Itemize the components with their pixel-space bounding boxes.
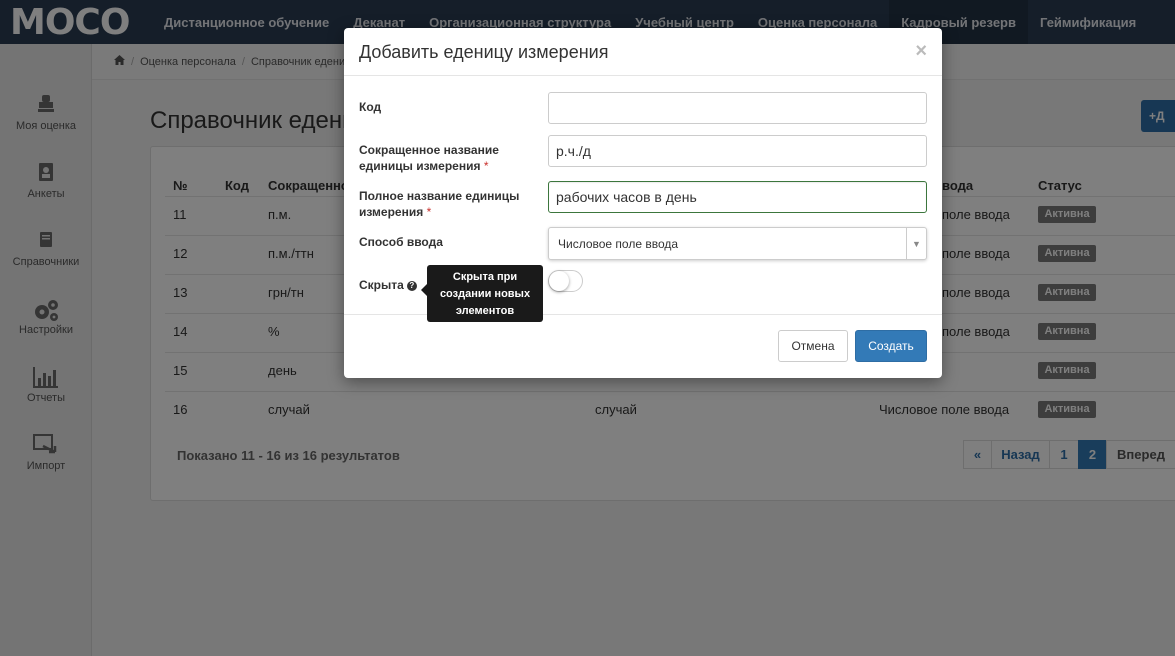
code-label: Код: [359, 100, 382, 114]
hidden-toggle[interactable]: [548, 270, 583, 292]
chevron-down-icon[interactable]: ▼: [906, 228, 926, 259]
input-method-select[interactable]: Числовое поле ввода ▼: [548, 227, 927, 260]
toggle-knob: [549, 271, 569, 291]
hidden-tooltip: Скрыта при создании новых элементов: [421, 265, 543, 322]
short-name-label: Сокращенное название единицы измерения *: [359, 143, 499, 173]
code-field[interactable]: [548, 92, 927, 124]
required-mark: *: [426, 205, 432, 219]
cancel-button[interactable]: Отмена: [778, 330, 848, 362]
input-method-label: Способ ввода: [359, 235, 443, 249]
full-name-field[interactable]: рабочих часов в день: [548, 181, 927, 213]
full-name-label: Полное название единицы измерения *: [359, 189, 520, 219]
input-method-value: Числовое поле ввода: [558, 237, 679, 251]
short-name-field[interactable]: р.ч./д: [548, 135, 927, 167]
add-unit-modal: Добавить еденицу измерения × Код Сокраще…: [344, 28, 942, 378]
create-button[interactable]: Создать: [855, 330, 927, 362]
close-icon[interactable]: ×: [915, 40, 927, 62]
modal-header: Добавить еденицу измерения ×: [344, 28, 942, 76]
question-circle-icon[interactable]: ?: [406, 281, 417, 291]
required-mark: *: [483, 159, 489, 173]
modal-title: Добавить еденицу измерения: [359, 42, 609, 62]
